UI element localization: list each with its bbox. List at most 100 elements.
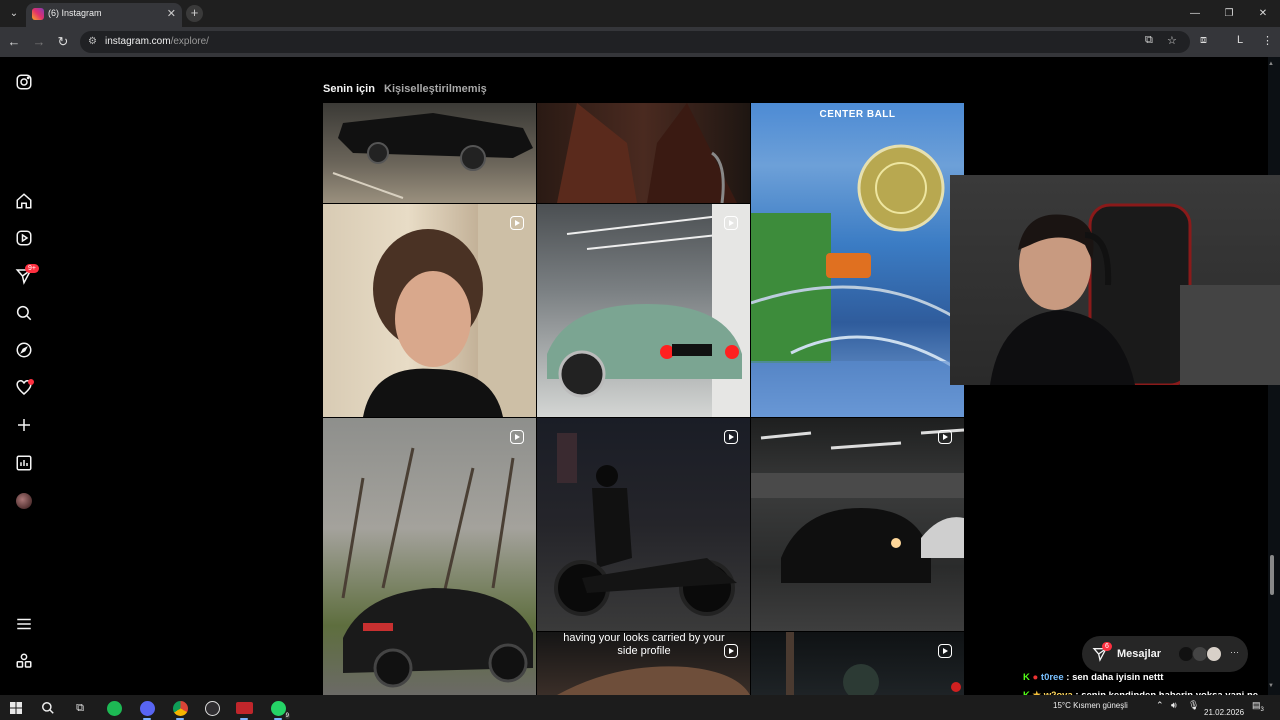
task-view-icon[interactable]: ⧉	[70, 698, 90, 718]
date-text: 21.02.2026	[1204, 708, 1245, 717]
post-black-muscle-car[interactable]	[323, 103, 536, 203]
whatsapp-badge: 9	[284, 713, 290, 719]
portrait-image	[363, 204, 536, 417]
post-rocket-league[interactable]: CENTER BALL	[751, 103, 964, 417]
also-from-meta-icon[interactable]	[15, 652, 33, 670]
voicemeeter-icon[interactable]	[234, 698, 254, 720]
notification-center-icon[interactable]: ▤3	[1252, 700, 1264, 713]
night-scene-image	[786, 632, 961, 695]
webcam-overlay	[950, 175, 1280, 385]
install-app-icon[interactable]: ⧉	[1145, 34, 1153, 47]
reel-icon	[510, 430, 524, 444]
reel-icon	[510, 216, 524, 230]
messages-badge: 6	[1102, 642, 1112, 651]
discord-icon[interactable]	[137, 698, 157, 720]
window-close-icon[interactable]: ✕	[1246, 0, 1280, 27]
more-icon: ···	[1230, 647, 1239, 657]
post-leather-jacket[interactable]	[537, 103, 750, 203]
tray-chevron-icon[interactable]: ⌃	[1156, 700, 1164, 711]
volume-icon[interactable]: 🔊︎	[1171, 700, 1177, 711]
explore-icon[interactable]	[15, 341, 33, 359]
reel-icon	[938, 644, 952, 658]
back-icon[interactable]: ←	[6, 34, 22, 49]
chrome-icon[interactable]	[170, 698, 190, 720]
menu-icon[interactable]	[15, 615, 33, 633]
instagram-logo-icon[interactable]	[15, 73, 33, 91]
instagram-sidebar: 9+	[0, 57, 48, 695]
dashboard-icon[interactable]	[15, 454, 33, 472]
notification-dot	[28, 379, 34, 385]
message-avatar	[1206, 646, 1222, 662]
post-bmw-coupe[interactable]	[323, 418, 536, 695]
tab-close-icon[interactable]: ✕	[167, 7, 176, 20]
scroll-thumb[interactable]	[1270, 555, 1274, 595]
gt-car-image	[547, 204, 750, 417]
weather-widget[interactable]: 15°C Kısmen güneşli	[1053, 701, 1128, 710]
post-green-gt-car[interactable]	[537, 204, 750, 417]
whatsapp-icon[interactable]: 9	[268, 698, 290, 720]
window-controls: — ❐ ✕	[1178, 0, 1280, 27]
address-bar[interactable]: ⚙ instagram.com/explore/	[80, 31, 1190, 53]
clock[interactable]: 21.02.2026	[1204, 696, 1244, 718]
chat-text: sen daha iyisin nettt	[1072, 672, 1164, 683]
platform-icon: K	[1023, 672, 1030, 683]
scroll-down-icon[interactable]: ▼	[1268, 683, 1274, 689]
tab-not-personalized[interactable]: Kişiselleştirilmemiş	[384, 83, 487, 95]
reels-icon[interactable]	[15, 229, 33, 247]
extensions-icon[interactable]: ⧈	[1200, 34, 1207, 47]
site-info-icon[interactable]: ⚙	[88, 36, 97, 47]
post-side-profile[interactable]: having your looks carried by your side p…	[537, 632, 750, 695]
reel-icon	[724, 216, 738, 230]
minimize-icon[interactable]: —	[1178, 0, 1212, 27]
spotify-icon[interactable]	[104, 698, 124, 718]
browser-tab[interactable]: (6) Instagram ✕	[26, 3, 182, 27]
garage-car-image	[751, 428, 964, 583]
reel-icon	[938, 430, 952, 444]
reel-caption: having your looks carried by your side p…	[563, 632, 725, 657]
browser-menu-icon[interactable]: ⋮	[1262, 34, 1273, 47]
chat-badge-icon: ●	[1032, 672, 1039, 683]
explore-grid: CENTER BALL having your looks carried by…	[323, 103, 965, 695]
chat-username: t0ree	[1040, 672, 1064, 683]
profile-avatar[interactable]	[16, 493, 32, 509]
windows-start-icon[interactable]	[6, 698, 26, 718]
windows-taskbar: ⧉ 9 15°C Kısmen güneşli ⌃ 🔊︎ 🎙︎ 21.02.20…	[0, 695, 1280, 720]
home-icon[interactable]	[15, 192, 33, 210]
tab-search-icon[interactable]: ⌄	[6, 6, 22, 22]
jacket-image	[557, 103, 737, 203]
motorcycle-image	[554, 433, 737, 616]
streamer-webcam-image	[990, 203, 1280, 385]
profile-icon[interactable]: L	[1237, 34, 1243, 46]
restore-icon[interactable]: ❐	[1212, 0, 1246, 27]
search-icon[interactable]	[15, 304, 33, 322]
rocket-league-image	[751, 144, 964, 417]
reel-icon	[724, 430, 738, 444]
post-car-garage-night[interactable]	[751, 418, 964, 631]
bmw-image	[341, 447, 533, 688]
post-portrait-man[interactable]	[323, 204, 536, 417]
taskbar-search-icon[interactable]	[38, 698, 58, 718]
tab-title: (6) Instagram	[48, 8, 102, 18]
obs-icon[interactable]	[202, 698, 222, 718]
messages-button[interactable]: 6 Mesajlar ···	[1082, 636, 1248, 672]
url-text: instagram.com/explore/	[105, 36, 209, 47]
create-icon[interactable]	[15, 416, 33, 434]
post-night-scene[interactable]	[751, 632, 964, 695]
muscle-car-image	[332, 113, 533, 199]
browser-toolbar: ← → ↻ ⚙ instagram.com/explore/ ⧉ ☆ ⧈ L ⋮	[0, 27, 1280, 57]
center-ball-label: CENTER BALL	[819, 109, 896, 120]
bookmark-star-icon[interactable]: ☆	[1167, 34, 1177, 47]
forward-icon[interactable]: →	[31, 34, 47, 49]
new-tab-button[interactable]: +	[186, 5, 203, 22]
explore-tabs: Senin için Kişiselleştirilmemiş	[323, 83, 493, 95]
tab-for-you[interactable]: Senin için	[323, 83, 375, 95]
instagram-favicon-icon	[32, 8, 44, 20]
reload-icon[interactable]: ↻	[55, 34, 71, 50]
chat-message: K ● t0ree : sen daha iyisin nettt	[1023, 672, 1164, 683]
reel-icon	[724, 644, 738, 658]
scroll-up-icon[interactable]: ▲	[1268, 61, 1274, 67]
notifications-badge: 9+	[25, 264, 39, 273]
microphone-icon[interactable]: 🎙︎	[1188, 700, 1199, 711]
post-motorcycle-night[interactable]	[537, 418, 750, 631]
browser-tab-bar: ⌄ (6) Instagram ✕ + — ❐ ✕	[0, 0, 1280, 27]
